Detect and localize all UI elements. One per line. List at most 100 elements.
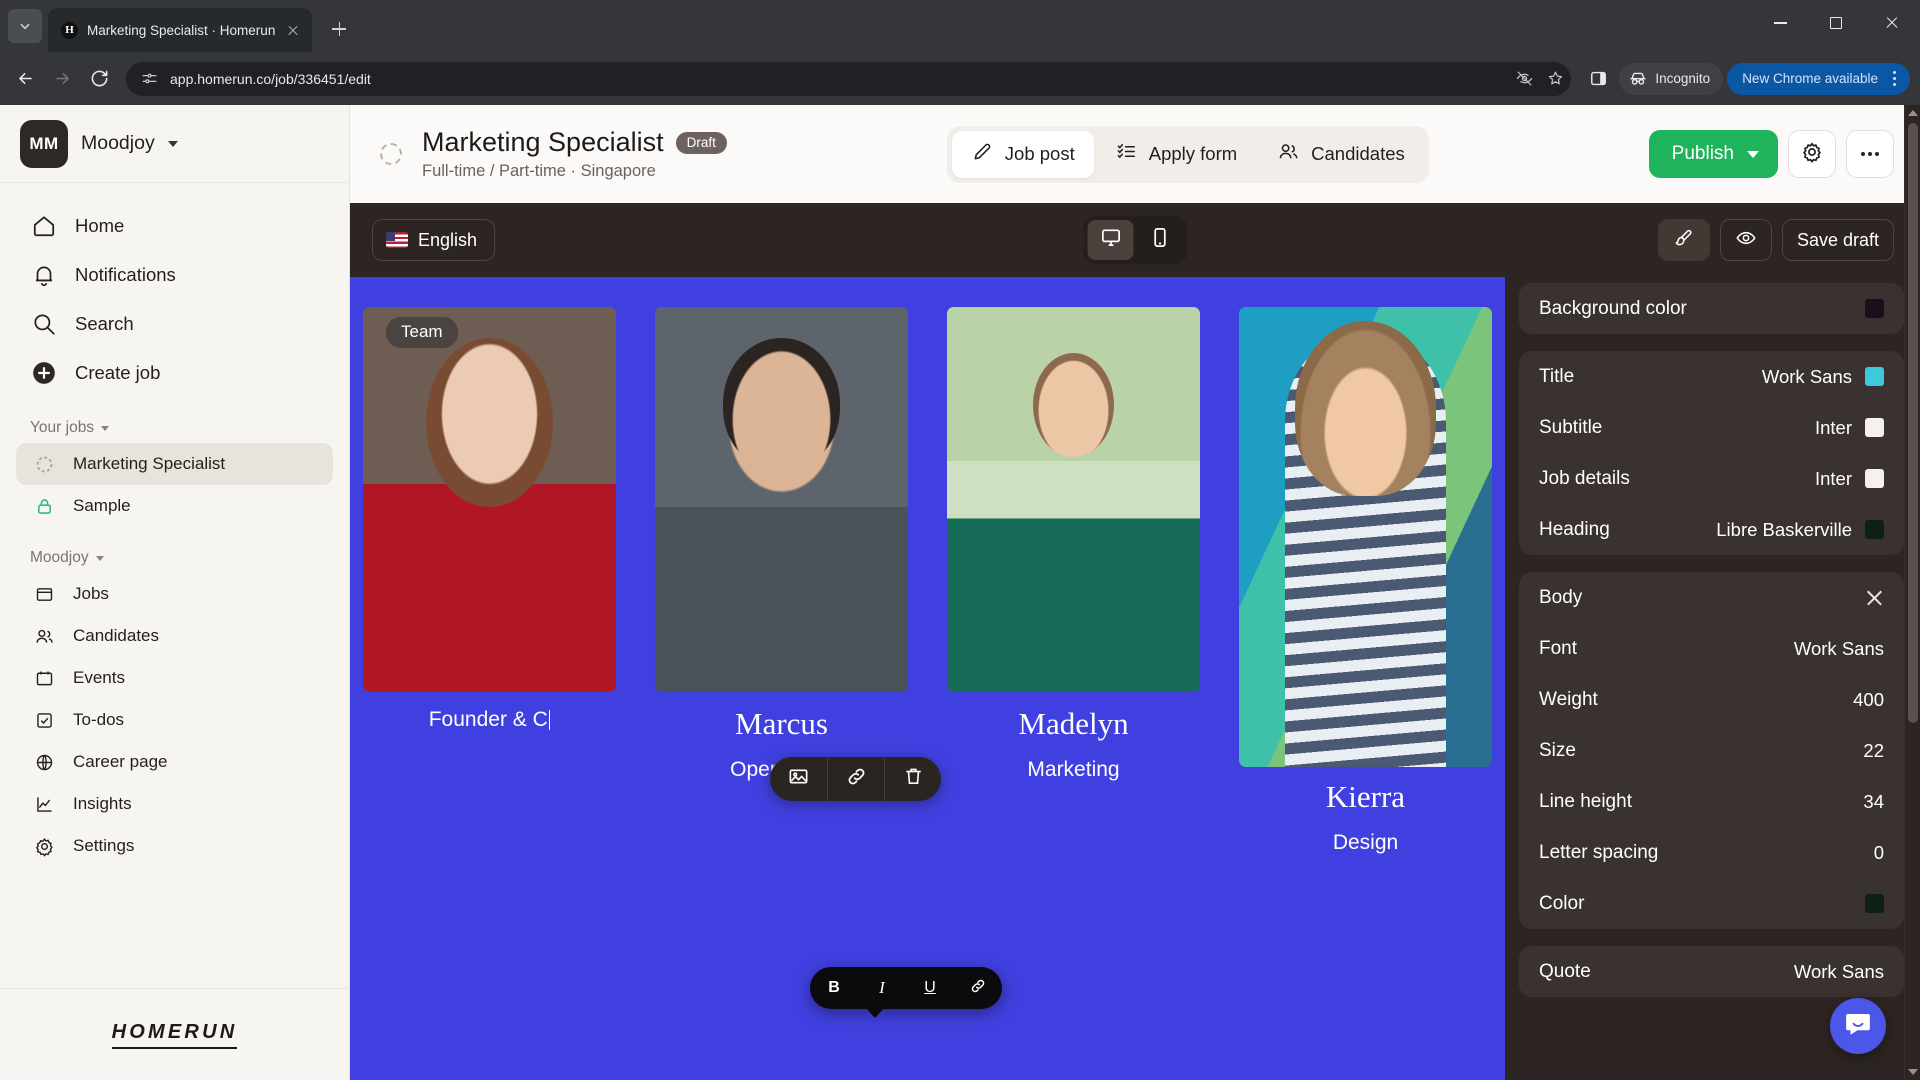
team-member-photo[interactable]	[655, 307, 908, 692]
typography-row-subtitle[interactable]: Subtitle Inter	[1519, 402, 1904, 453]
tab-apply-form[interactable]: Apply form	[1096, 131, 1256, 178]
body-row-color[interactable]: Color	[1519, 878, 1904, 929]
forward-button[interactable]	[45, 62, 79, 96]
sidebar-item-jobs[interactable]: Jobs	[16, 573, 333, 615]
board-icon	[30, 580, 58, 608]
close-icon[interactable]	[1865, 588, 1884, 607]
sidebar-item-create-job[interactable]: Create job	[16, 348, 333, 397]
save-draft-button[interactable]: Save draft	[1781, 219, 1894, 261]
address-bar[interactable]: app.homerun.co/job/336451/edit	[126, 61, 1572, 96]
intercom-chat-button[interactable]	[1830, 998, 1886, 1054]
team-member[interactable]: Founder & C	[363, 307, 616, 855]
team-member-role[interactable]: Marketing	[947, 758, 1200, 782]
sidebar-item-events[interactable]: Events	[16, 657, 333, 699]
sidebar-item-todos[interactable]: To-dos	[16, 699, 333, 741]
underline-button[interactable]: U	[906, 967, 954, 1009]
body-row-size[interactable]: Size 22	[1519, 725, 1904, 776]
org-switcher[interactable]: MM Moodjoy	[0, 105, 349, 183]
new-tab-button[interactable]	[324, 14, 354, 44]
bold-button[interactable]: B	[810, 967, 858, 1009]
back-button[interactable]	[8, 62, 42, 96]
publish-button[interactable]: Publish	[1648, 130, 1778, 178]
tab-search-button[interactable]	[8, 9, 42, 43]
quote-row[interactable]: Quote Work Sans	[1519, 946, 1904, 997]
sidebar-item-settings[interactable]: Settings	[16, 825, 333, 867]
desktop-preview-button[interactable]	[1087, 220, 1134, 260]
body-row-letter-spacing[interactable]: Letter spacing 0	[1519, 827, 1904, 878]
page-scrollbar-thumb[interactable]	[1908, 123, 1918, 723]
lock-icon	[30, 492, 58, 520]
color-swatch[interactable]	[1865, 418, 1884, 437]
replace-image-button[interactable]	[770, 757, 827, 801]
team-member-name[interactable]: Marcus	[655, 706, 908, 742]
sidebar-item-search[interactable]: Search	[16, 299, 333, 348]
incognito-indicator[interactable]: Incognito	[1619, 62, 1724, 95]
side-panel-button[interactable]	[1581, 62, 1615, 96]
chrome-update-button[interactable]: New Chrome available	[1727, 62, 1910, 95]
image-link-button[interactable]	[827, 757, 884, 801]
design-button[interactable]	[1657, 219, 1710, 261]
color-swatch[interactable]	[1865, 520, 1884, 539]
insert-link-button[interactable]	[954, 967, 1002, 1009]
preview-button[interactable]	[1719, 219, 1772, 261]
trash-icon	[902, 765, 925, 793]
your-jobs-section-header[interactable]: Your jobs	[16, 419, 333, 437]
team-member-photo[interactable]	[1239, 307, 1492, 767]
section-badge-team[interactable]: Team	[386, 317, 458, 348]
people-icon	[1277, 140, 1300, 168]
page-scrollbar[interactable]	[1904, 105, 1920, 1080]
job-more-button[interactable]	[1846, 130, 1894, 178]
color-swatch[interactable]	[1865, 469, 1884, 488]
team-member[interactable]: Kierra Design	[1239, 307, 1492, 855]
scroll-down-button[interactable]	[1905, 1064, 1920, 1080]
sidebar-item-label: Jobs	[73, 584, 109, 603]
window-close-button[interactable]	[1864, 0, 1920, 46]
typography-row-job-details[interactable]: Job details Inter	[1519, 453, 1904, 504]
color-swatch[interactable]	[1865, 299, 1884, 318]
sidebar-item-marketing-specialist[interactable]: Marketing Specialist	[16, 443, 333, 485]
sidebar-item-career-page[interactable]: Career page	[16, 741, 333, 783]
scroll-up-button[interactable]	[1905, 105, 1920, 121]
tab-job-post[interactable]: Job post	[951, 130, 1094, 178]
team-member-name[interactable]: Madelyn	[947, 706, 1200, 742]
team-member-photo[interactable]	[947, 307, 1200, 692]
window-minimize-button[interactable]	[1752, 0, 1808, 46]
bookmark-star-icon[interactable]	[1545, 69, 1565, 89]
team-member-photo[interactable]	[363, 307, 616, 692]
sidebar-item-notifications[interactable]: Notifications	[16, 250, 333, 299]
workspace-section-header[interactable]: Moodjoy	[16, 549, 333, 567]
tab-close-icon[interactable]	[284, 21, 302, 39]
job-post-canvas[interactable]: Team Founder & C Marcus Operations	[350, 277, 1505, 1080]
reload-button[interactable]	[82, 62, 116, 96]
color-swatch[interactable]	[1865, 367, 1884, 386]
mobile-preview-button[interactable]	[1137, 220, 1183, 260]
body-row-weight[interactable]: Weight 400	[1519, 674, 1904, 725]
tracking-protection-icon[interactable]	[1514, 69, 1534, 89]
sidebar-item-home[interactable]: Home	[16, 201, 333, 250]
color-swatch[interactable]	[1865, 894, 1884, 913]
typography-row-title[interactable]: Title Work Sans	[1519, 351, 1904, 402]
team-member[interactable]: Madelyn Marketing	[947, 307, 1200, 855]
background-color-row[interactable]: Background color	[1519, 283, 1904, 334]
typography-row-heading[interactable]: Heading Libre Baskerville	[1519, 504, 1904, 555]
job-settings-button[interactable]	[1788, 130, 1836, 178]
italic-button[interactable]: I	[858, 967, 906, 1009]
browser-tab[interactable]: H Marketing Specialist · Homerun	[48, 8, 313, 52]
row-value: 34	[1863, 790, 1884, 812]
sidebar-item-sample[interactable]: Sample	[16, 485, 333, 527]
body-row-line-height[interactable]: Line height 34	[1519, 776, 1904, 827]
sidebar-item-candidates[interactable]: Candidates	[16, 615, 333, 657]
delete-image-button[interactable]	[884, 757, 941, 801]
team-member-name[interactable]: Kierra	[1239, 779, 1492, 815]
site-settings-icon[interactable]	[139, 69, 159, 89]
window-maximize-button[interactable]	[1808, 0, 1864, 46]
team-member-role[interactable]: Design	[1239, 831, 1492, 855]
tab-label: Apply form	[1148, 143, 1238, 164]
team-member-role[interactable]: Founder & C	[363, 708, 616, 732]
body-row-font[interactable]: Font Work Sans	[1519, 623, 1904, 674]
chrome-menu-icon[interactable]	[1884, 69, 1904, 89]
sidebar-item-insights[interactable]: Insights	[16, 783, 333, 825]
tab-candidates[interactable]: Candidates	[1258, 131, 1424, 178]
language-selector[interactable]: English	[372, 219, 496, 261]
chart-line-icon	[30, 790, 58, 818]
